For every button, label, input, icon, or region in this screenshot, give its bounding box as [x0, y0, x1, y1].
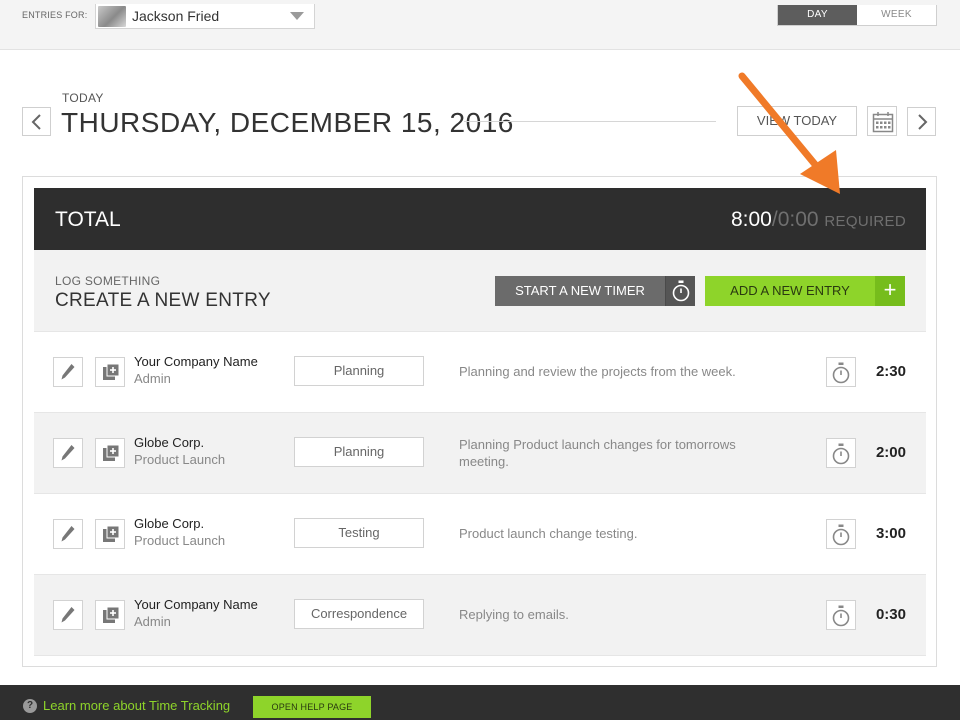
edit-button[interactable] [53, 600, 83, 630]
duplicate-icon [103, 363, 120, 380]
next-day-button[interactable] [907, 107, 936, 136]
entry-hours[interactable]: 0:30 [876, 606, 906, 623]
add-entry-label: ADD A NEW ENTRY [730, 283, 850, 298]
create-entry-heading: CREATE A NEW ENTRY [55, 290, 271, 311]
calendar-icon [872, 112, 894, 133]
pencil-icon [61, 607, 75, 623]
duplicate-icon [103, 606, 120, 623]
client-name: Globe Corp. [134, 435, 205, 450]
page-title: THURSDAY, DECEMBER 15, 2016 [61, 107, 514, 138]
chevron-left-icon [31, 114, 41, 130]
client-name: Globe Corp. [134, 516, 205, 531]
required-label: REQUIRED [824, 213, 906, 230]
help-icon: ? [23, 699, 37, 713]
task-field[interactable]: Correspondence [294, 599, 424, 629]
entry-hours[interactable]: 2:00 [876, 444, 906, 461]
stopwatch-icon [832, 362, 850, 384]
entry-notes: Product launch change testing. [459, 526, 638, 541]
project-name: Product Launch [134, 533, 226, 548]
start-row-timer-button[interactable] [826, 357, 856, 387]
total-hours: 8:00/0:00 REQUIRED [731, 208, 906, 232]
stopwatch-icon [832, 524, 850, 546]
pencil-icon [61, 364, 75, 380]
task-field[interactable]: Planning [294, 356, 424, 386]
annotation-arrow-icon [738, 72, 840, 194]
project-name: Admin [134, 371, 171, 386]
entry-notes: Planning Product launch changes for tomo… [459, 437, 736, 469]
add-entry-button[interactable]: ADD A NEW ENTRY + [705, 276, 905, 306]
required-hours: 0:00 [777, 208, 819, 231]
entries-list: Your Company Name Admin Planning Plannin… [34, 332, 926, 656]
help-link[interactable]: Learn more about Time Tracking [43, 698, 230, 713]
entry-hours[interactable]: 3:00 [876, 525, 906, 542]
entry-hours[interactable]: 2:30 [876, 363, 906, 380]
logged-hours: 8:00 [730, 208, 772, 231]
duplicate-icon [103, 525, 120, 542]
start-timer-label: START A NEW TIMER [515, 283, 645, 298]
user-name: Jackson Fried [132, 8, 220, 24]
day-view-button[interactable]: DAY [778, 5, 857, 25]
edit-button[interactable] [53, 438, 83, 468]
duplicate-button[interactable] [95, 519, 125, 549]
today-label: TODAY [62, 91, 104, 105]
task-field[interactable]: Planning [294, 437, 424, 467]
start-row-timer-button[interactable] [826, 519, 856, 549]
entries-panel: TOTAL 8:00/0:00 REQUIRED LOG SOMETHING C… [22, 176, 937, 667]
pencil-icon [61, 445, 75, 461]
stopwatch-icon [832, 443, 850, 465]
new-entry-bar: LOG SOMETHING CREATE A NEW ENTRY START A… [34, 250, 926, 332]
stopwatch-icon [832, 605, 850, 627]
start-row-timer-button[interactable] [826, 438, 856, 468]
duplicate-button[interactable] [95, 438, 125, 468]
list-item: Globe Corp. Product Launch Testing Produ… [34, 494, 926, 575]
view-toggle: DAY WEEK [777, 5, 937, 26]
previous-day-button[interactable] [22, 107, 51, 136]
client-name: Your Company Name [134, 354, 258, 369]
divider [464, 121, 716, 122]
footer-bar: ? Learn more about Time Tracking OPEN HE… [0, 685, 960, 720]
entry-notes: Planning and review the projects from th… [459, 364, 736, 379]
avatar [98, 6, 126, 27]
entries-for-label: ENTRIES FOR: [22, 10, 88, 20]
list-item: Globe Corp. Product Launch Planning Plan… [34, 413, 926, 494]
duplicate-button[interactable] [95, 357, 125, 387]
edit-button[interactable] [53, 357, 83, 387]
log-something-label: LOG SOMETHING [55, 274, 161, 288]
list-item: Your Company Name Admin Correspondence R… [34, 575, 926, 656]
start-timer-button[interactable]: START A NEW TIMER [495, 276, 695, 306]
entry-notes: Replying to emails. [459, 607, 569, 622]
week-view-button[interactable]: WEEK [857, 5, 936, 25]
total-label: TOTAL [55, 208, 121, 231]
calendar-button[interactable] [867, 106, 897, 136]
project-name: Admin [134, 614, 171, 629]
duplicate-icon [103, 444, 120, 461]
project-name: Product Launch [134, 452, 226, 467]
pencil-icon [61, 526, 75, 542]
chevron-down-icon [290, 12, 304, 20]
stopwatch-icon [665, 276, 695, 306]
client-name: Your Company Name [134, 597, 258, 612]
chevron-right-icon [918, 114, 928, 130]
start-row-timer-button[interactable] [826, 600, 856, 630]
duplicate-button[interactable] [95, 600, 125, 630]
top-bar: ENTRIES FOR: Jackson Fried DAY WEEK [0, 0, 960, 50]
list-item: Your Company Name Admin Planning Plannin… [34, 332, 926, 413]
user-select[interactable]: Jackson Fried [95, 4, 315, 29]
task-field[interactable]: Testing [294, 518, 424, 548]
open-help-page-button[interactable]: OPEN HELP PAGE [253, 696, 371, 718]
edit-button[interactable] [53, 519, 83, 549]
plus-icon: + [875, 276, 905, 306]
